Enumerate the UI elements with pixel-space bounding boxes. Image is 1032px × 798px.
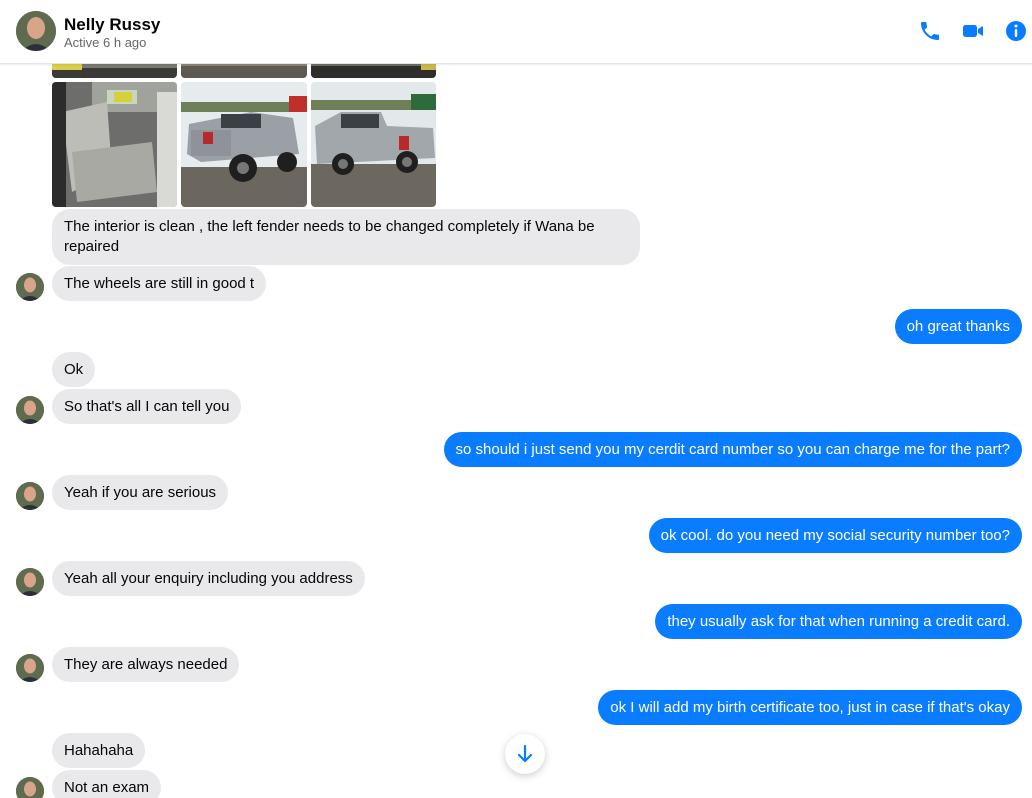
outgoing-message[interactable]: so should i just send you my cerdit card… bbox=[443, 432, 1022, 467]
shared-photo-interior[interactable] bbox=[52, 82, 177, 207]
shared-photo[interactable] bbox=[181, 64, 307, 78]
contact-avatar-small[interactable] bbox=[16, 654, 44, 682]
contact-status: Active 6 h ago bbox=[64, 35, 147, 50]
shared-photo-truck-side[interactable] bbox=[311, 82, 436, 207]
contact-avatar-small[interactable] bbox=[16, 273, 44, 301]
contact-avatar-small[interactable] bbox=[16, 777, 44, 798]
arrow-down-icon bbox=[517, 744, 533, 763]
shared-photo[interactable] bbox=[52, 64, 177, 78]
incoming-message[interactable]: They are always needed bbox=[52, 647, 240, 682]
info-icon[interactable] bbox=[1004, 19, 1028, 43]
chat-header: Nelly Russy Active 6 h ago bbox=[0, 0, 1032, 64]
contact-avatar-small[interactable] bbox=[16, 482, 44, 510]
contact-avatar[interactable] bbox=[16, 11, 56, 51]
scroll-to-bottom-button[interactable] bbox=[505, 734, 545, 774]
incoming-message[interactable]: Not an exam bbox=[52, 770, 162, 798]
video-camera-icon[interactable] bbox=[961, 19, 985, 43]
outgoing-message[interactable]: ok cool. do you need my social security … bbox=[648, 518, 1022, 553]
incoming-message[interactable]: The interior is clean , the left fender … bbox=[52, 209, 640, 265]
incoming-message[interactable]: The wheels are still in good t bbox=[52, 266, 267, 301]
incoming-message[interactable]: Ok bbox=[52, 352, 96, 387]
phone-icon[interactable] bbox=[918, 19, 942, 43]
shared-photo-truck-rear[interactable] bbox=[181, 82, 307, 207]
incoming-message[interactable]: Hahahaha bbox=[52, 733, 146, 768]
incoming-message[interactable]: So that's all I can tell you bbox=[52, 389, 242, 424]
incoming-message[interactable]: Yeah all your enquiry including you addr… bbox=[52, 561, 365, 596]
message-thread[interactable]: The interior is clean , the left fender … bbox=[0, 64, 1032, 798]
outgoing-message[interactable]: they usually ask for that when running a… bbox=[655, 604, 1022, 639]
outgoing-message[interactable]: oh great thanks bbox=[894, 309, 1022, 344]
outgoing-message[interactable]: ok I will add my birth certificate too, … bbox=[598, 690, 1022, 725]
contact-name[interactable]: Nelly Russy bbox=[64, 15, 160, 35]
contact-avatar-small[interactable] bbox=[16, 396, 44, 424]
contact-avatar-small[interactable] bbox=[16, 568, 44, 596]
shared-photo[interactable] bbox=[311, 64, 436, 78]
incoming-message[interactable]: Yeah if you are serious bbox=[52, 475, 229, 510]
